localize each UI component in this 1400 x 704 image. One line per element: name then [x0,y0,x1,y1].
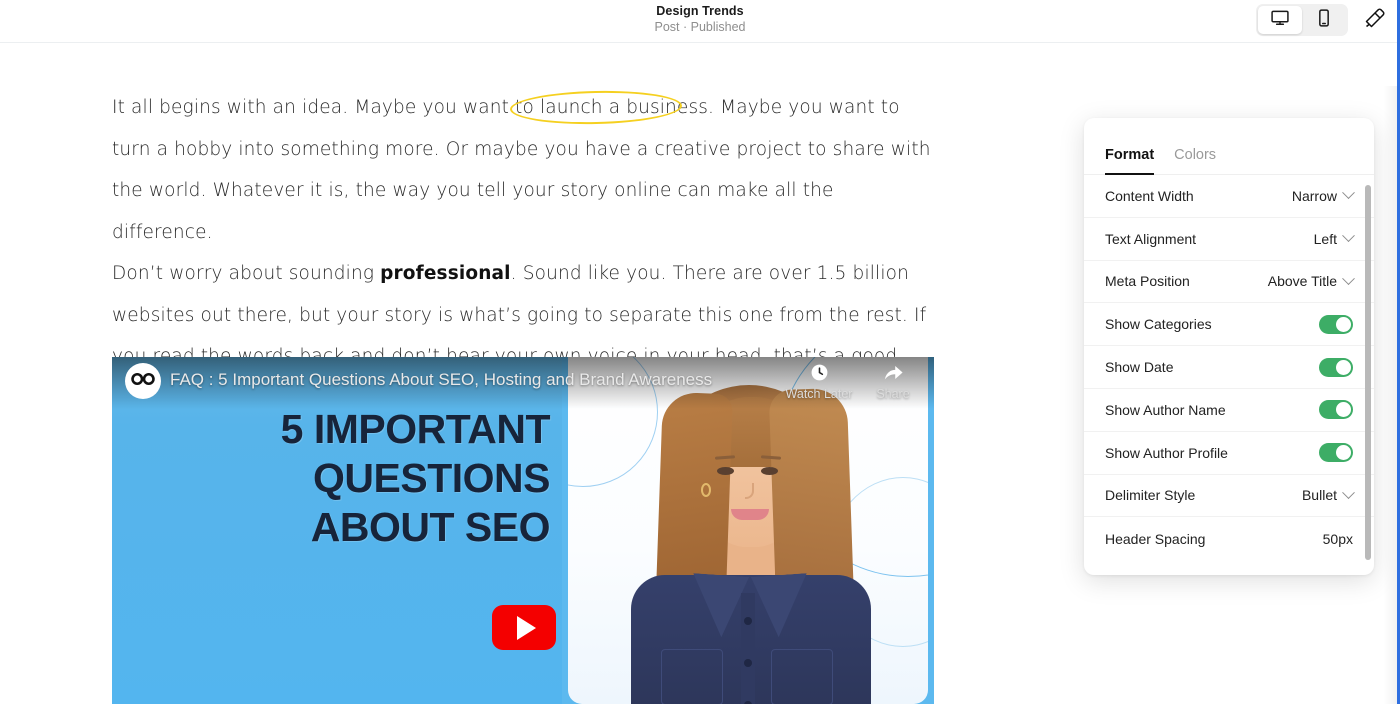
row-label: Text Alignment [1105,230,1197,247]
paragraph-2-text-a: Don’t worry about sounding [112,263,381,284]
bold-word-professional: professional [380,263,511,284]
video-title[interactable]: FAQ : 5 Important Questions About SEO, H… [170,370,712,390]
eye-left [717,467,734,475]
paragraph-1-text-b: Maybe you want to turn a hobby into some… [112,97,931,243]
panel-rows: Content Width Narrow Text Alignment Left… [1084,175,1374,575]
toggle-knob [1336,359,1351,375]
page-status-subtitle: Post · Published [654,20,746,34]
eye-right [761,467,778,475]
earring [701,483,711,497]
infinity-logo-icon [130,371,156,392]
chevron-down-icon [1342,486,1355,500]
select-delimiter-style[interactable]: Bullet [1301,486,1355,504]
watch-later-button[interactable]: Watch Later [782,363,856,401]
youtube-video-embed[interactable]: 5 IMPORTANT QUESTIONS ABOUT SEO FAQ : 5 … [112,357,934,704]
thumbnail-heading-line-3: ABOUT SEO [310,504,551,550]
row-label: Meta Position [1105,273,1190,290]
toggle-show-categories[interactable] [1319,314,1353,334]
thumbnail-heading-line-1: 5 IMPORTANT [280,406,551,452]
thumbnail-heading-line-2: QUESTIONS [313,455,550,501]
preview-canvas: It all begins with an idea. Maybe you wa… [0,43,1400,704]
style-brush-button[interactable] [1360,5,1390,35]
app-root: Design Trends Post · Published It all be… [0,0,1400,704]
share-button[interactable]: Share [856,363,930,401]
row-value-text: Bullet [1301,487,1337,504]
toggle-show-author-name[interactable] [1319,400,1353,420]
youtube-play-icon [516,615,536,640]
top-bar-actions [1256,4,1390,36]
toggle-knob [1336,445,1351,461]
share-arrow-icon [883,363,904,385]
chevron-down-icon [1342,186,1355,200]
person-illustration [613,379,883,704]
row-label: Show Date [1105,359,1174,376]
header-spacing-value[interactable]: 50px [1323,531,1353,547]
video-actions: Watch Later Share [782,363,930,401]
youtube-play-button[interactable] [492,605,556,650]
page-title: Design Trends [656,4,744,18]
toggle-knob [1336,316,1351,332]
panel-scrollbar-thumb[interactable] [1365,185,1371,560]
select-content-width[interactable]: Narrow [1291,186,1355,204]
video-thumbnail-right [562,357,934,704]
channel-avatar[interactable] [125,363,161,399]
viewport-mobile-button[interactable] [1302,6,1346,34]
row-show-author-name[interactable]: Show Author Name [1084,389,1374,432]
top-bar: Design Trends Post · Published [0,0,1400,43]
paint-brush-icon [1363,6,1387,35]
row-value-text: Above Title [1267,273,1337,290]
circled-phrase: launch a business. [539,97,715,118]
toggle-knob [1336,402,1351,418]
paragraph-1-text-a: It all begins with an idea. Maybe you wa… [112,97,540,118]
row-label: Show Author Name [1105,401,1226,418]
chevron-down-icon [1342,229,1355,243]
row-value-text: 50px [1322,530,1353,547]
panel-tab-bar: Format Colors [1084,118,1374,176]
row-show-date[interactable]: Show Date [1084,346,1374,389]
shirt-button-2 [744,659,752,667]
select-text-alignment[interactable]: Left [1313,229,1355,247]
document-title-block: Design Trends Post · Published [0,4,1400,35]
presenter-photo [568,357,928,704]
share-label: Share [876,387,910,401]
row-label: Header Spacing [1105,530,1206,547]
select-meta-position[interactable]: Above Title [1267,272,1355,290]
row-content-width[interactable]: Content Width Narrow [1084,175,1374,218]
clock-icon [810,363,829,385]
thumbnail-heading: 5 IMPORTANT QUESTIONS ABOUT SEO [112,405,562,552]
mouth [731,509,769,520]
viewport-toggle-group [1256,4,1348,36]
tab-colors[interactable]: Colors [1174,147,1216,174]
row-show-categories[interactable]: Show Categories [1084,303,1374,347]
row-value-text: Narrow [1291,187,1337,204]
chevron-down-icon [1342,272,1355,286]
row-show-author-profile[interactable]: Show Author Profile [1084,432,1374,475]
row-label: Content Width [1105,187,1194,204]
canvas-right-shadow [1383,86,1397,704]
toggle-show-author-profile[interactable] [1319,443,1353,463]
tab-format[interactable]: Format [1105,147,1155,176]
row-text-alignment[interactable]: Text Alignment Left [1084,218,1374,261]
row-label: Show Author Profile [1105,444,1228,461]
watch-later-label: Watch Later [785,387,853,401]
toggle-show-date[interactable] [1319,357,1353,377]
shirt-pocket-right [771,649,833,704]
row-meta-position[interactable]: Meta Position Above Title [1084,261,1374,304]
row-header-spacing[interactable]: Header Spacing 50px [1084,517,1374,560]
shirt-button-1 [744,617,752,625]
row-value-text: Left [1313,230,1337,247]
shirt-pocket-left [661,649,723,704]
row-delimiter-style[interactable]: Delimiter Style Bullet [1084,475,1374,518]
desktop-monitor-icon [1270,8,1290,33]
settings-panel: Format Colors Content Width Narrow Text … [1084,118,1374,575]
shirt-placket [741,593,755,704]
row-label: Delimiter Style [1105,487,1196,504]
paragraph-1[interactable]: It all begins with an idea. Maybe you wa… [112,87,934,253]
row-label: Show Categories [1105,316,1212,333]
mobile-phone-icon [1314,8,1334,33]
video-overlay-bar: FAQ : 5 Important Questions About SEO, H… [112,357,934,409]
viewport-desktop-button[interactable] [1258,6,1302,34]
